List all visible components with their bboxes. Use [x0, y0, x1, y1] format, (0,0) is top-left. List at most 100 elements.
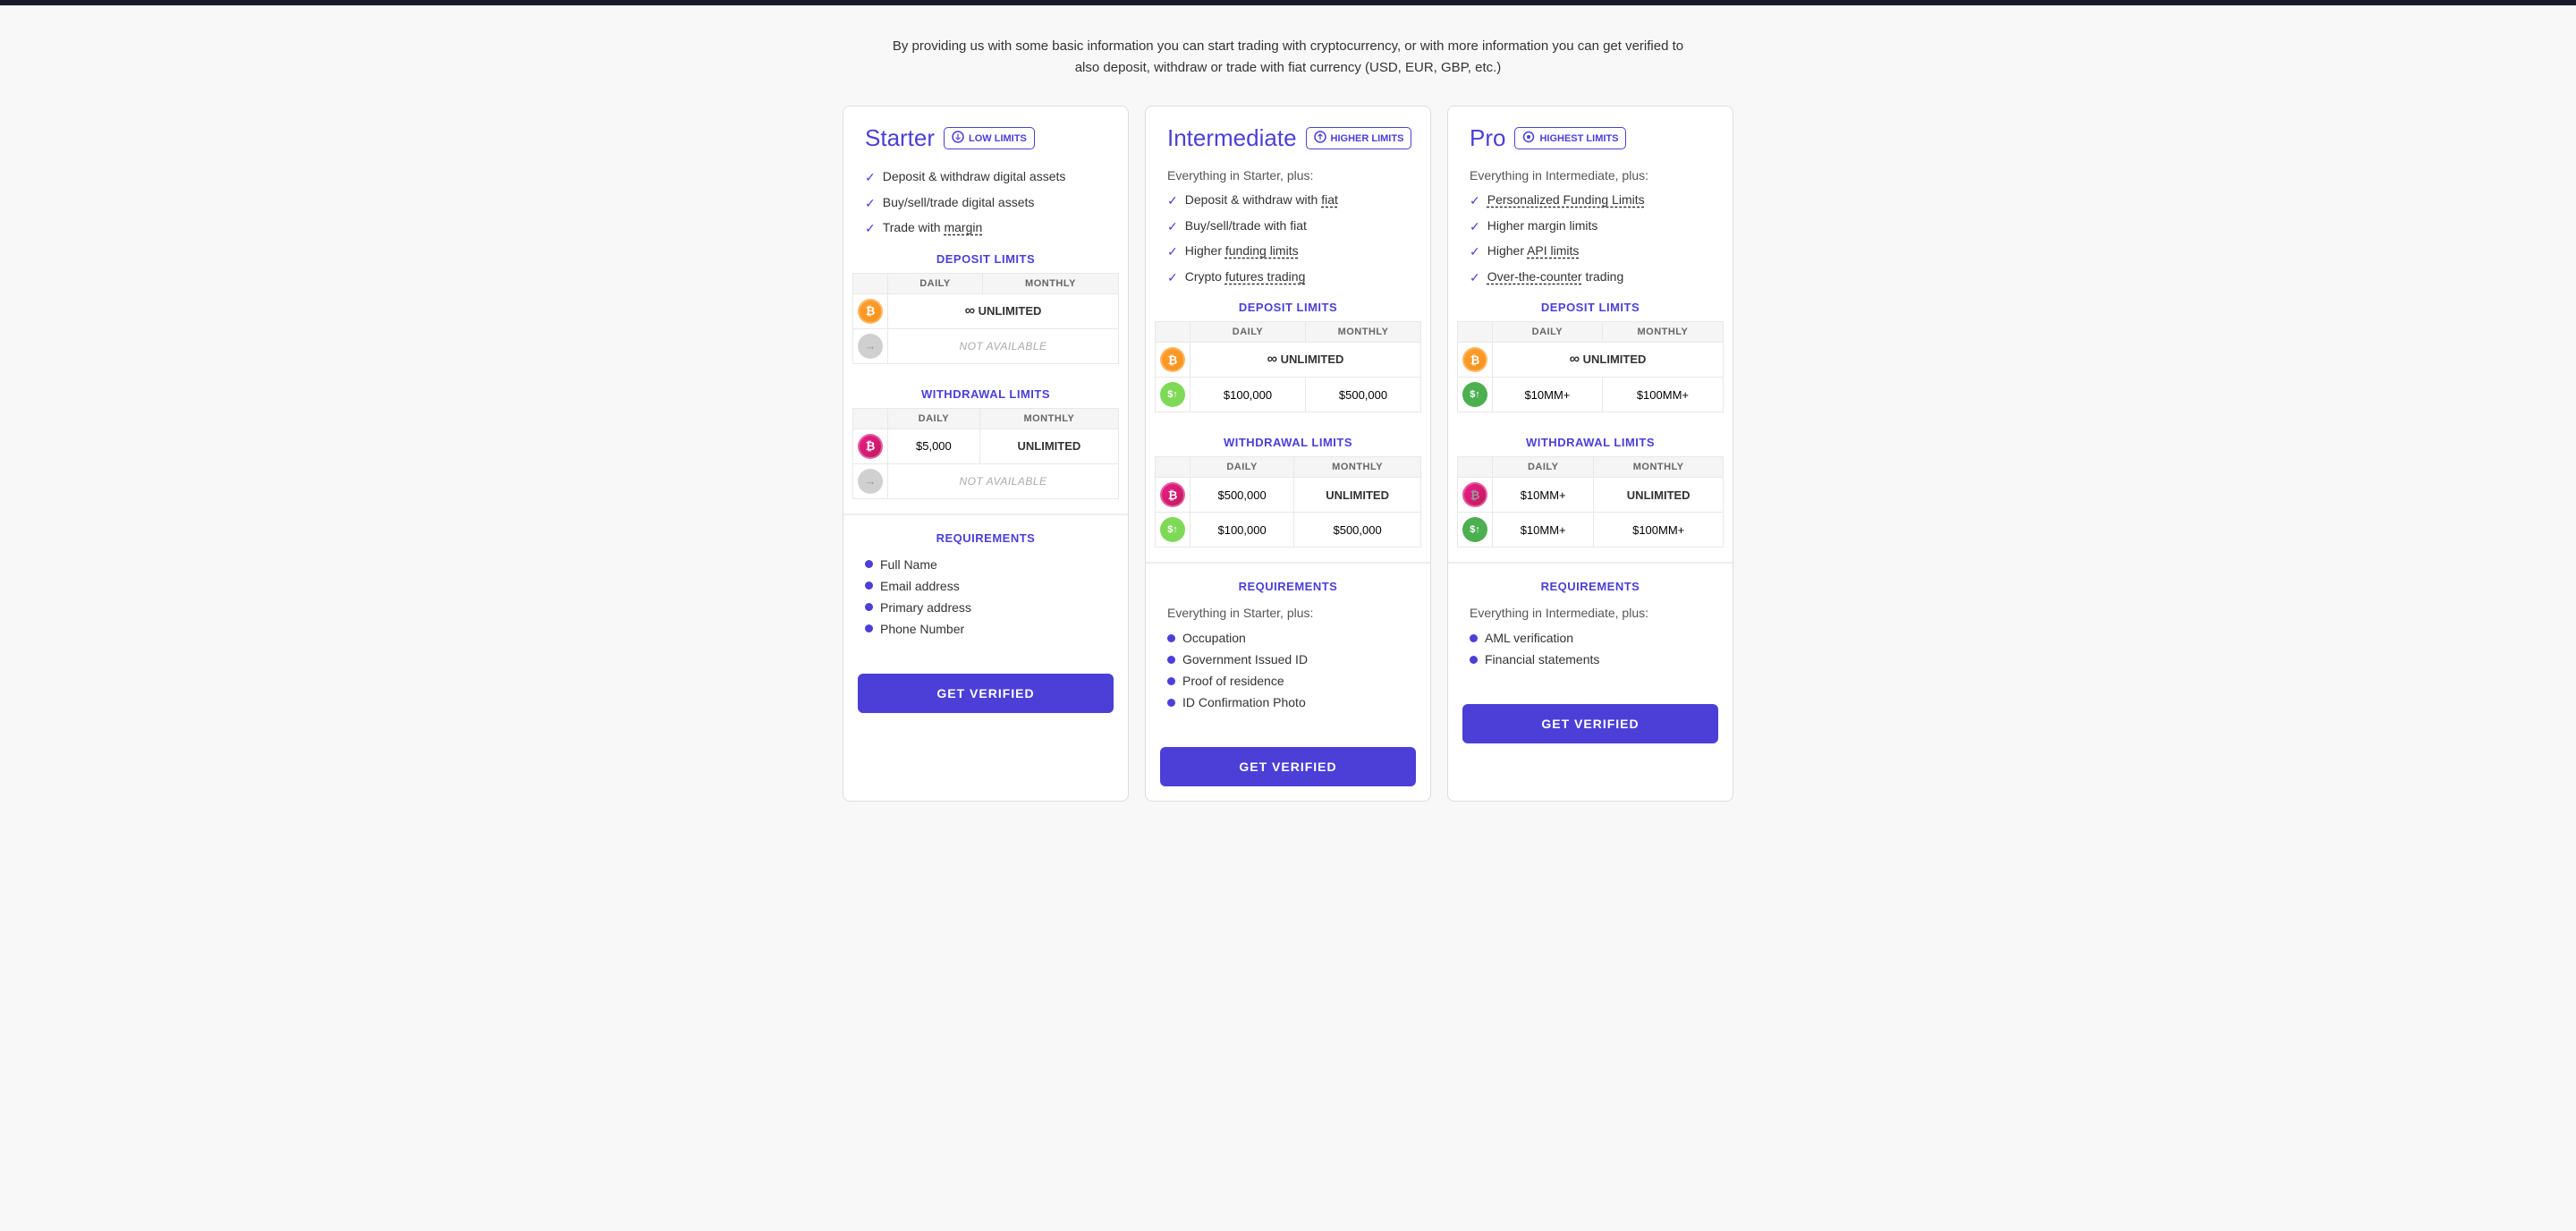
feature-text: Higher margin limits	[1487, 217, 1598, 235]
crypto-icon: ₿	[858, 434, 883, 459]
fiat-icon: $↑	[1160, 517, 1185, 542]
feature-text: Buy/sell/trade digital assets	[883, 194, 1035, 212]
requirement-item: AML verification	[1470, 631, 1711, 645]
requirements-section: REQUIREMENTS Full Name Email address Primar…	[843, 514, 1128, 659]
requirement-text: AML verification	[1485, 631, 1573, 645]
features-prefix: Everything in Intermediate, plus:	[1470, 168, 1711, 183]
top-bar	[0, 0, 2576, 5]
feature-link[interactable]: futures trading	[1225, 269, 1306, 284]
feature-item: ✓Deposit & withdraw with fiat	[1167, 191, 1409, 210]
req-dot-icon	[1167, 634, 1175, 642]
requirement-text: Phone Number	[880, 622, 964, 636]
feature-text: Deposit & withdraw digital assets	[883, 168, 1066, 186]
feature-item: ✓Higher margin limits	[1470, 217, 1711, 236]
fiat-icon: $↑	[1160, 382, 1185, 407]
requirements-title: REQUIREMENTS	[865, 531, 1106, 545]
requirement-item: Proof of residence	[1167, 674, 1409, 688]
limit-badge: HIGHEST LIMITS	[1514, 127, 1626, 149]
feature-link[interactable]: API limits	[1527, 243, 1579, 258]
get-verified-button[interactable]: GET VERIFIED	[858, 674, 1114, 713]
fiat-icon: $↑	[1462, 517, 1487, 542]
monthly-limit: $100MM+	[1594, 513, 1724, 548]
feature-link[interactable]: Over-the-counter	[1487, 269, 1582, 284]
monthly-limit: UNLIMITED	[1594, 478, 1724, 513]
feature-item: ✓Crypto futures trading	[1167, 268, 1409, 287]
requirement-item: Financial statements	[1470, 652, 1711, 666]
table-row: ₿∞ UNLIMITED	[1458, 343, 1724, 378]
requirements-title: REQUIREMENTS	[1470, 580, 1711, 593]
table-row: $↑$100,000$500,000	[1156, 378, 1421, 412]
card-title: Pro	[1470, 124, 1505, 152]
daily-limit: $100,000	[1191, 513, 1294, 548]
req-dot-icon	[1470, 656, 1478, 664]
feature-link[interactable]: fiat	[1321, 192, 1338, 207]
card-pro: Pro HIGHEST LIMITS Everything in Intermedi…	[1447, 106, 1733, 802]
feature-item: ✓ Buy/sell/trade digital assets	[865, 194, 1106, 213]
card-intermediate: IntermediateHIGHER LIMITSEverything in S…	[1145, 106, 1431, 802]
requirement-text: Government Issued ID	[1182, 652, 1308, 666]
crypto-icon: ₿	[1160, 482, 1185, 507]
monthly-limit: UNLIMITED	[979, 429, 1118, 463]
req-dot-icon	[1470, 634, 1478, 642]
req-dot-icon	[1167, 656, 1175, 664]
limits-section-title: WITHDRAWAL LIMITS	[1457, 436, 1724, 449]
table-row: → NOT AVAILABLE	[853, 463, 1119, 498]
requirement-item: Phone Number	[865, 622, 1106, 636]
requirement-item: Primary address	[865, 600, 1106, 615]
req-dot-icon	[1167, 677, 1175, 685]
check-icon: ✓	[865, 195, 876, 213]
feature-link[interactable]: funding limits	[1225, 243, 1299, 258]
get-verified-button[interactable]: GET VERIFIED	[1462, 704, 1718, 743]
feature-item: ✓ Deposit & withdraw digital assets	[865, 168, 1106, 187]
table-row: ₿$5,000UNLIMITED	[853, 429, 1119, 463]
requirement-item: ID Confirmation Photo	[1167, 695, 1409, 709]
req-dot-icon	[865, 560, 873, 568]
requirement-item: Email address	[865, 579, 1106, 593]
requirement-text: ID Confirmation Photo	[1182, 695, 1306, 709]
daily-limit: $10MM+	[1493, 513, 1594, 548]
requirement-text: Proof of residence	[1182, 674, 1284, 688]
get-verified-button[interactable]: GET VERIFIED	[1160, 747, 1416, 786]
feature-link[interactable]: Personalized Funding Limits	[1487, 192, 1645, 207]
fiat-icon: $↑	[1462, 382, 1487, 407]
header-description: By providing us with some basic informat…	[886, 36, 1690, 79]
fiat-icon: →	[858, 334, 883, 359]
check-icon: ✓	[1167, 218, 1178, 236]
feature-item: ✓Trade with margin	[865, 219, 1106, 238]
check-icon: ✓	[1167, 243, 1178, 261]
req-dot-icon	[1167, 699, 1175, 707]
requirement-text: Financial statements	[1485, 652, 1599, 666]
requirements-subtitle: Everything in Starter, plus:	[1167, 606, 1409, 620]
card-starter: StarterLOW LIMITS✓Deposit & withdraw dig…	[843, 106, 1129, 802]
table-row: ₿ ∞ UNLIMITED	[853, 293, 1119, 328]
requirement-text: Primary address	[880, 600, 971, 615]
crypto-icon: ₿	[858, 299, 883, 324]
unlimited-label: ∞ UNLIMITED	[965, 304, 1042, 318]
badge-text: HIGHER LIMITS	[1331, 133, 1404, 144]
monthly-limit: $500,000	[1294, 513, 1421, 548]
not-available-label: NOT AVAILABLE	[959, 340, 1046, 352]
table-row: $↑$100,000$500,000	[1156, 513, 1421, 548]
feature-item: ✓Higher API limits	[1470, 242, 1711, 261]
not-available-label: NOT AVAILABLE	[959, 475, 1046, 488]
badge-icon	[1314, 131, 1326, 146]
check-icon: ✓	[865, 169, 876, 187]
card-title: Starter	[865, 124, 935, 152]
monthly-limit: $100MM+	[1602, 378, 1723, 412]
feature-item: ✓ Personalized Funding Limits	[1470, 191, 1711, 210]
fiat-icon: →	[858, 469, 883, 494]
check-icon: ✓	[1470, 192, 1480, 210]
limits-section-title: DEPOSIT LIMITS	[1457, 301, 1724, 314]
requirement-text: Occupation	[1182, 631, 1246, 645]
limits-section-title: DEPOSIT LIMITS	[1155, 301, 1421, 314]
daily-limit: $10MM+	[1493, 478, 1594, 513]
requirements-section: REQUIREMENTSEverything in Starter, plus:…	[1146, 563, 1430, 733]
feature-link[interactable]: margin	[944, 220, 982, 234]
req-dot-icon	[865, 603, 873, 611]
daily-limit: $5,000	[888, 429, 980, 463]
feature-item: ✓Buy/sell/trade with fiat	[1167, 217, 1409, 236]
cards-container: StarterLOW LIMITS✓Deposit & withdraw dig…	[707, 106, 1869, 802]
requirements-subtitle: Everything in Intermediate, plus:	[1470, 606, 1711, 620]
requirement-text: Full Name	[880, 557, 937, 572]
badge-icon	[1522, 131, 1535, 146]
